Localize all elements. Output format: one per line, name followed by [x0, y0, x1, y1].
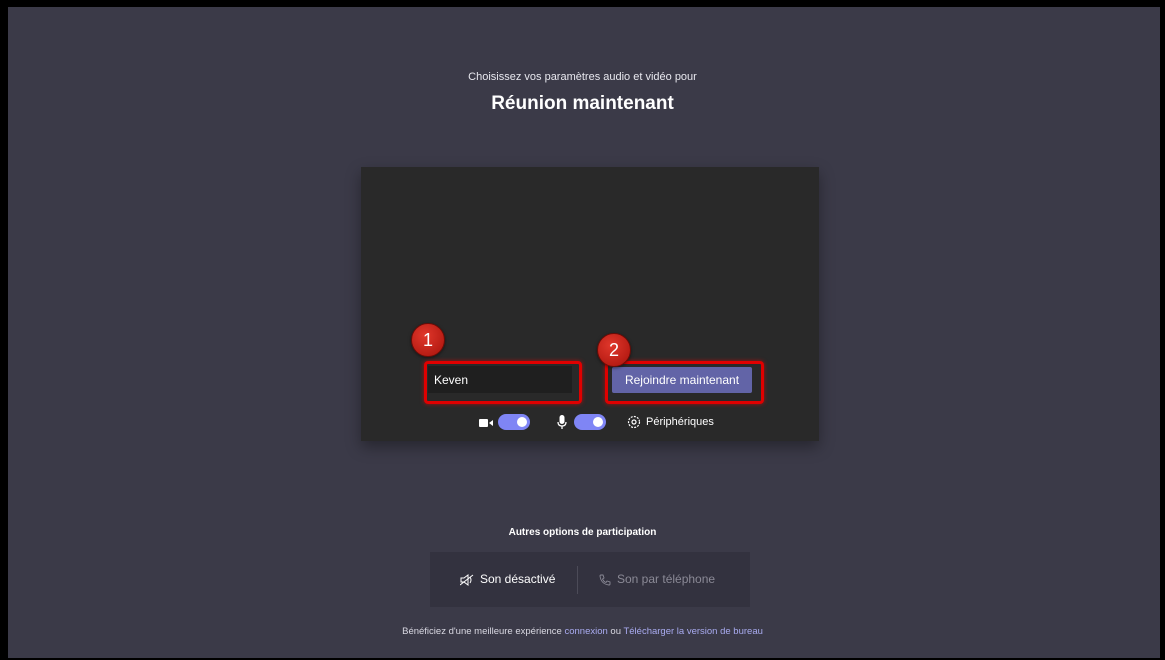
footer-text: Bénéficiez d'une meilleure expérience co…: [0, 626, 1165, 637]
options-divider: [577, 566, 578, 594]
toggle-knob: [517, 417, 527, 427]
speaker-muted-icon: [459, 573, 474, 586]
microphone-toggle[interactable]: [574, 414, 606, 430]
prejoin-subtitle: Choisissez vos paramètres audio et vidéo…: [468, 71, 697, 83]
microphone-icon: [557, 415, 567, 429]
name-input[interactable]: [428, 366, 572, 393]
step-badge-1: 1: [411, 323, 445, 357]
phone-audio-option[interactable]: Son par téléphone: [599, 552, 715, 607]
phone-icon: [599, 574, 611, 586]
gear-icon[interactable]: [627, 415, 641, 429]
devices-button[interactable]: Périphériques: [646, 416, 714, 428]
signin-link[interactable]: connexion: [564, 626, 607, 637]
phone-audio-label: Son par téléphone: [617, 572, 716, 586]
toggle-knob: [593, 417, 603, 427]
camera-toggle[interactable]: [498, 414, 530, 430]
other-options-title: Autres options de participation: [508, 527, 657, 538]
video-preview: [361, 167, 819, 441]
join-now-button[interactable]: Rejoindre maintenant: [612, 367, 752, 393]
step-badge-2: 2: [597, 333, 631, 367]
download-desktop-link[interactable]: Télécharger la version de bureau: [623, 626, 762, 637]
footer-middle: ou: [610, 626, 621, 637]
join-options-bar: Son désactivé Son par téléphone: [430, 552, 750, 607]
audio-off-label: Son désactivé: [480, 572, 556, 586]
audio-off-option[interactable]: Son désactivé: [459, 552, 556, 607]
footer-prefix: Bénéficiez d'une meilleure expérience: [402, 626, 562, 637]
camera-icon: [479, 419, 493, 427]
meeting-title: Réunion maintenant: [491, 93, 674, 114]
